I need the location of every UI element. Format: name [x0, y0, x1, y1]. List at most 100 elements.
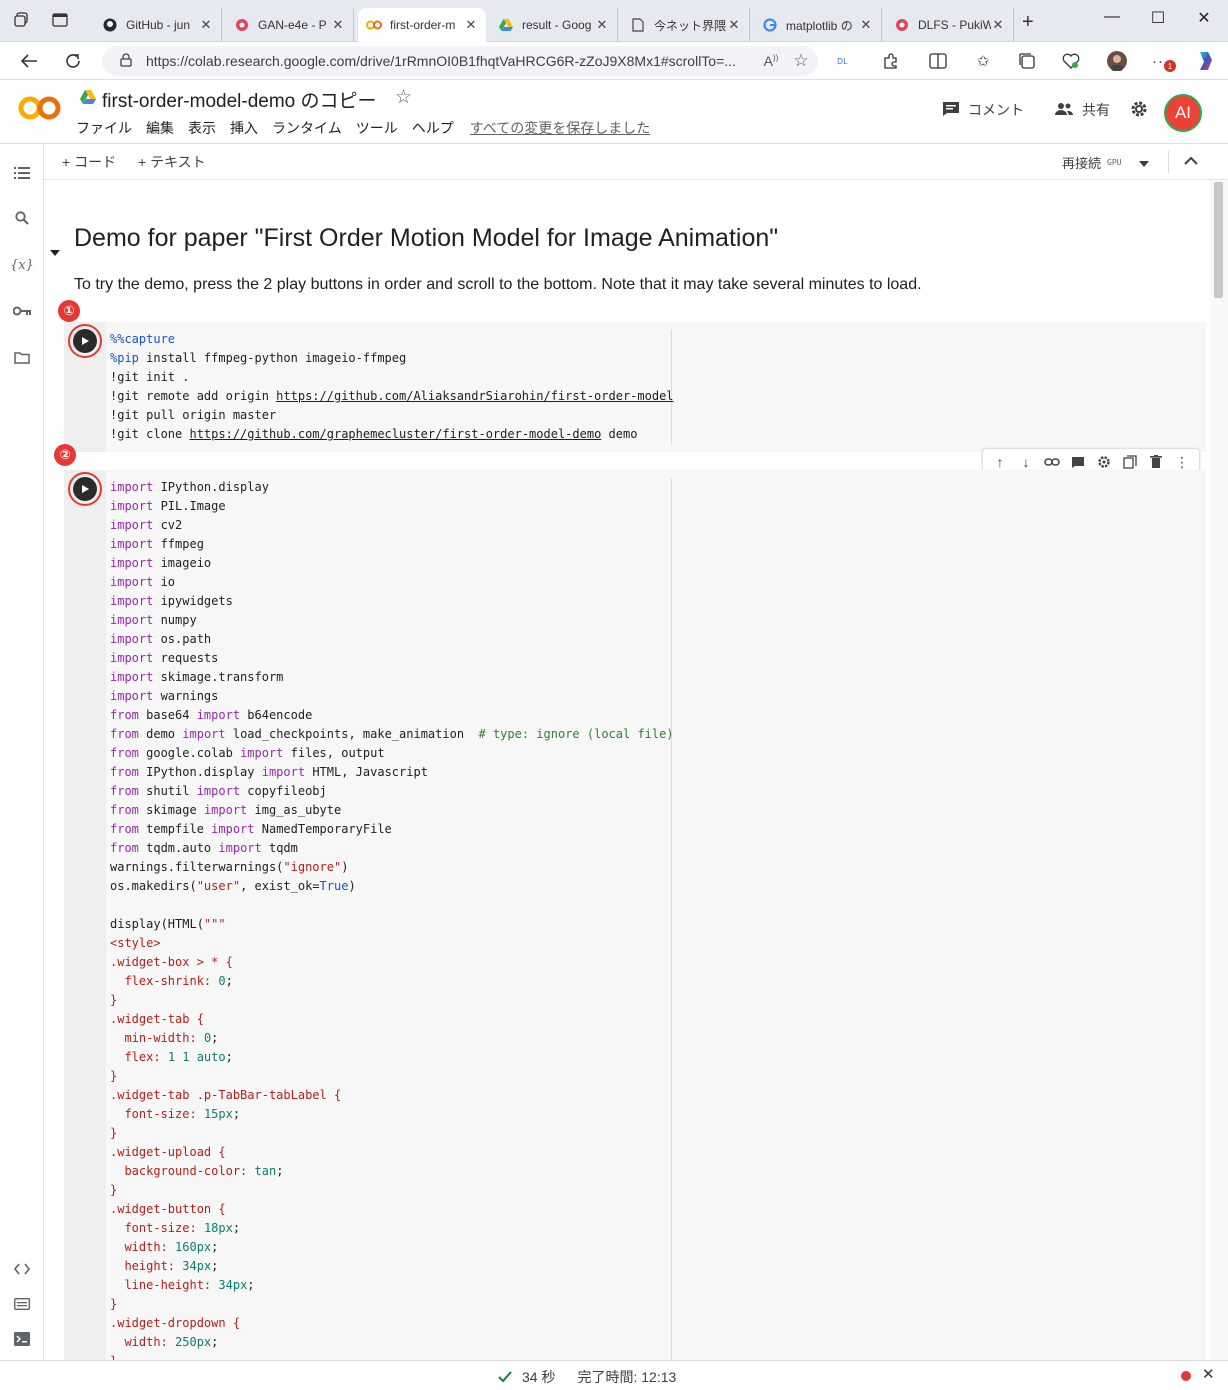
user-avatar[interactable]: AI: [1164, 94, 1202, 132]
code-cell-1[interactable]: %%capture %pip install ffmpeg-python ima…: [64, 322, 1206, 452]
play-icon: [82, 485, 89, 493]
favorites-icon[interactable]: ✩: [972, 50, 994, 72]
status-bar: 34 秒 完了時間: 12:13 ✕: [0, 1360, 1228, 1390]
menu-view[interactable]: 表示: [188, 118, 216, 138]
lock-icon: [120, 52, 132, 70]
google-drive-icon[interactable]: [80, 90, 96, 109]
tab-actions-icon[interactable]: [50, 10, 70, 30]
variables-icon[interactable]: {x}: [10, 255, 34, 275]
settings-icon[interactable]: [1130, 100, 1148, 118]
menu-runtime[interactable]: ランタイム: [272, 118, 342, 138]
collapse-caret-icon[interactable]: [50, 234, 60, 263]
add-text-button[interactable]: + テキスト: [138, 152, 206, 172]
tab-title: result - Goog: [522, 18, 592, 32]
browser-tab[interactable]: DLFS - PukiW ✕: [886, 8, 1014, 42]
more-vert-icon[interactable]: ⋮: [1172, 452, 1192, 472]
move-up-icon[interactable]: ↑: [990, 452, 1010, 472]
comment-icon[interactable]: [1068, 452, 1088, 472]
delete-icon[interactable]: [1146, 452, 1166, 472]
collapse-chevron-up-icon[interactable]: [1184, 153, 1198, 171]
code-editor[interactable]: import IPython.display import PIL.Image …: [110, 478, 674, 1360]
url-field[interactable]: https://colab.research.google.com/drive/…: [102, 46, 818, 76]
run-cell-button[interactable]: [73, 477, 97, 501]
browser-tab[interactable]: 今ネット界隈で ✕: [622, 8, 750, 42]
favorite-star-icon[interactable]: ☆: [784, 51, 818, 71]
checkmark-icon: [498, 1369, 512, 1385]
add-code-button[interactable]: + コード: [62, 152, 116, 172]
close-icon[interactable]: ✕: [859, 17, 873, 33]
reconnect-button[interactable]: 再接続 GPU: [1062, 153, 1150, 172]
browser-tab[interactable]: result - Goog ✕: [490, 8, 618, 42]
execution-status[interactable]: 34 秒 完了時間: 12:13: [498, 1367, 676, 1387]
move-down-icon[interactable]: ↓: [1016, 452, 1036, 472]
play-icon: [82, 337, 89, 345]
colab-icon: [366, 17, 382, 33]
menu-tools[interactable]: ツール: [356, 118, 398, 138]
code-cell-2[interactable]: import IPython.display import PIL.Image …: [64, 470, 1206, 1360]
vertical-scrollbar[interactable]: [1210, 180, 1228, 1360]
colab-logo[interactable]: [18, 94, 62, 127]
link-icon[interactable]: [1042, 452, 1062, 472]
browser-tab-strip: GitHub - jun ✕ GAN-e4e - P ✕ first-order…: [0, 0, 1228, 42]
collections-icon[interactable]: [1016, 50, 1038, 72]
close-icon[interactable]: ✕: [595, 17, 609, 33]
svg-text:DL: DL: [837, 57, 848, 66]
comment-icon: [942, 101, 960, 120]
code-editor[interactable]: %%capture %pip install ffmpeg-python ima…: [110, 330, 674, 444]
split-screen-icon[interactable]: [927, 50, 949, 72]
more-options-icon[interactable]: ··· 1: [1150, 50, 1176, 72]
search-icon[interactable]: [12, 208, 32, 228]
settings-icon[interactable]: [1094, 452, 1114, 472]
terminal-icon[interactable]: [12, 1329, 32, 1349]
read-aloud-icon[interactable]: A)): [758, 53, 784, 69]
command-palette-icon[interactable]: [12, 1294, 32, 1314]
workspaces-icon[interactable]: [12, 10, 32, 30]
menu-insert[interactable]: 挿入: [230, 118, 258, 138]
tab-title: GitHub - jun: [126, 18, 191, 32]
table-of-contents-icon[interactable]: [12, 163, 32, 183]
profile-avatar-icon[interactable]: [1106, 50, 1128, 72]
record-indicator-icon: [1181, 1371, 1191, 1381]
secrets-key-icon[interactable]: [12, 301, 32, 321]
copilot-icon[interactable]: [1194, 50, 1216, 72]
browser-essentials-icon[interactable]: [1060, 50, 1082, 72]
folder-icon[interactable]: [12, 347, 32, 367]
extensions-puzzle-icon[interactable]: [880, 50, 902, 72]
tab-title: DLFS - PukiW: [918, 18, 991, 32]
star-icon[interactable]: ☆: [395, 86, 412, 109]
close-icon[interactable]: ✕: [1202, 1365, 1215, 1383]
gpu-label: GPU: [1107, 158, 1122, 167]
share-button[interactable]: 共有: [1054, 100, 1110, 120]
tab-title: 今ネット界隈で: [654, 18, 727, 33]
new-tab-icon[interactable]: +: [1022, 12, 1034, 32]
browser-tab[interactable]: matplotlib の ✕: [754, 8, 882, 42]
maximize-icon[interactable]: ☐: [1138, 8, 1178, 28]
dropdown-arrow-icon[interactable]: [1139, 155, 1150, 170]
notebook-title[interactable]: first-order-model-demo のコピー: [102, 86, 377, 113]
comment-button[interactable]: コメント: [942, 100, 1024, 120]
close-icon[interactable]: ✕: [464, 17, 478, 33]
minimize-icon[interactable]: —: [1092, 8, 1132, 26]
close-icon[interactable]: ✕: [199, 17, 213, 33]
close-window-icon[interactable]: ✕: [1184, 8, 1224, 28]
close-icon[interactable]: ✕: [727, 17, 741, 33]
menu-help[interactable]: ヘルプ: [412, 118, 454, 138]
mirror-cell-icon[interactable]: [1120, 452, 1140, 472]
menu-edit[interactable]: 編集: [146, 118, 174, 138]
back-icon[interactable]: [18, 50, 40, 72]
browser-tab[interactable]: GAN-e4e - P ✕: [226, 8, 354, 42]
close-icon[interactable]: ✕: [331, 17, 345, 33]
menu-file[interactable]: ファイル: [76, 118, 132, 138]
saved-status[interactable]: すべての変更を保存しました: [470, 118, 650, 138]
scroll-thumb[interactable]: [1214, 182, 1223, 298]
notification-badge: 1: [1164, 60, 1176, 72]
annotation-marker-2: ②: [54, 444, 76, 466]
close-icon[interactable]: ✕: [991, 17, 1005, 33]
extension-icon[interactable]: DL: [836, 50, 858, 72]
browser-tab[interactable]: GitHub - jun ✕: [94, 8, 222, 42]
code-snippets-icon[interactable]: [12, 1259, 32, 1279]
reload-icon[interactable]: [62, 50, 84, 72]
browser-tab-active[interactable]: first-order-m ✕: [358, 8, 486, 42]
notebook-area: Demo for paper "First Order Motion Model…: [44, 180, 1210, 1360]
run-cell-button[interactable]: [73, 329, 97, 353]
